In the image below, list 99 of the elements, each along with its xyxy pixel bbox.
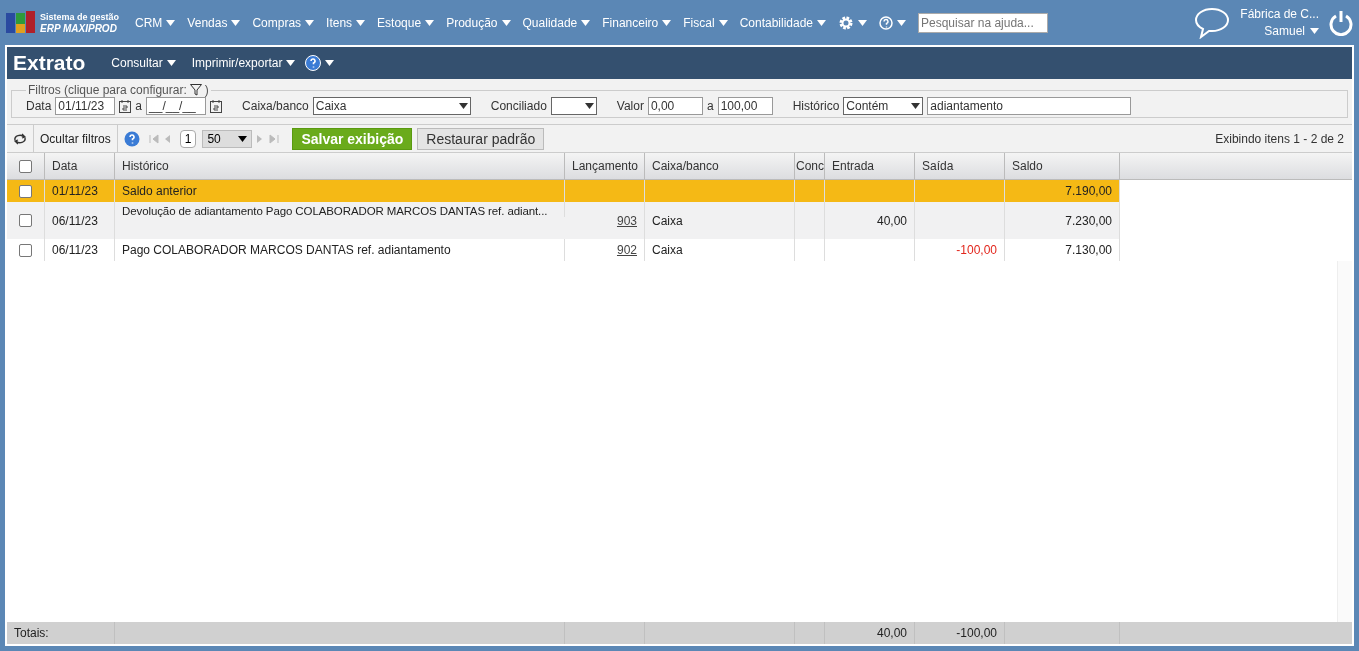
logo-icon [6,10,36,35]
chevron-icon [458,103,468,109]
date-field[interactable]: __/__/__ [146,97,207,115]
caret-icon [662,19,672,26]
menu-item[interactable]: Contabilidade [733,15,832,30]
logo-subtitle: Sistema de gestão [40,10,120,23]
value-field[interactable]: 0,00 [647,97,703,115]
table-cell: 7.230,00 [1005,202,1120,239]
row-checkbox[interactable] [19,243,32,257]
table-cell: -100,00 [915,239,1005,261]
chat-icon[interactable] [1194,6,1231,39]
total-cell: -100,00 [915,622,1005,644]
table-cell: Caixa [645,239,795,261]
column-header[interactable]: Saída [915,153,1005,179]
settings-icon [838,14,854,31]
caret-icon [231,19,241,26]
column-header[interactable]: Saldo [1005,153,1120,179]
scrollbar[interactable] [1337,261,1352,622]
caret-icon [286,60,296,66]
table-cell: Pago COLABORADOR MARCOS DANTAS ref. adiantamento [115,239,565,261]
help-search-field[interactable]: Pesquisar na ajuda... [918,12,1048,33]
select-all-checkbox[interactable] [19,159,32,173]
table-cell: 06/11/23 [45,239,115,261]
page-number[interactable]: 1 [179,129,197,148]
table-cell: Caixa [645,202,795,239]
caret-icon [1310,28,1319,34]
column-header[interactable]: Conc [795,153,825,179]
table-cell: 06/11/23 [45,202,115,239]
menu-item[interactable]: Financeiro [596,15,678,30]
caret-icon [356,19,366,26]
caret-icon [425,19,435,26]
filter-icon[interactable] [189,84,202,96]
caret-icon [858,19,867,26]
hide-filters-button[interactable]: Ocultar filtros [34,125,118,152]
menu-item[interactable]: Estoque [371,15,441,30]
caret-icon [581,19,591,26]
column-header[interactable]: Data [45,153,115,179]
reconciled-select[interactable] [550,97,597,115]
field-label: Histórico [792,99,840,113]
caret-icon [897,19,906,26]
entry-link[interactable]: 903 [616,213,637,228]
user-menu[interactable]: Samuel [1264,22,1319,40]
value-field[interactable]: 100,00 [717,97,773,115]
menu-item[interactable]: Compras [246,15,321,30]
company-name: Fábrica de C... [1240,5,1319,23]
action-menu[interactable]: Consultar [105,56,182,70]
total-cell: 40,00 [825,622,915,644]
caret-icon [166,60,176,66]
menu-item[interactable]: Itens [320,15,372,30]
calendar-icon[interactable] [210,99,223,113]
date-field[interactable]: 01/11/23 [55,97,116,115]
refresh-icon [13,132,27,145]
field-label: a [135,99,143,113]
page-title: Extrato [13,51,86,75]
chevron-icon [911,103,921,109]
chevron-icon [584,103,594,109]
caret-icon [305,19,315,26]
help-icon [879,15,893,30]
column-header[interactable]: Lançamento [565,153,645,179]
caret-icon [501,19,511,26]
field-label: a [706,99,714,113]
totals-label: Totais: [7,622,115,644]
table-cell: Devolução de adiantamento Pago COLABORADOR MARCOS DANTAS ref. adiant... [115,202,565,217]
row-checkbox[interactable] [19,184,32,198]
column-header[interactable]: Histórico [115,153,565,179]
column-header[interactable]: Entrada [825,153,915,179]
logo-title: ERP MAXIPROD [40,22,118,35]
menu-item[interactable]: Fiscal [677,15,734,30]
filters-legend-end: ) [204,83,209,97]
filters-legend: Filtros (clique para configurar: [28,83,187,97]
table-cell: 7.130,00 [1005,239,1120,261]
menu-item[interactable]: Produção [440,15,517,30]
history-field[interactable]: adiantamento [927,97,1132,115]
page-size-select[interactable]: 50 [202,129,253,148]
table-cell: 40,00 [825,202,915,239]
items-summary: Exibindo itens 1 - 2 de 2 [1215,131,1344,146]
field-label: Conciliado [490,99,547,113]
action-menu[interactable]: Imprimir/exportar [185,56,302,70]
caret-icon [718,19,728,26]
caret-icon [166,19,176,26]
chevron-icon [238,135,248,142]
field-label: Data [26,99,52,113]
field-label: Valor [616,99,644,113]
caret-icon [325,60,335,66]
entry-link[interactable]: 902 [616,243,637,257]
menu-item[interactable]: Vendas [181,15,247,30]
column-header[interactable]: Caixa/banco [645,153,795,179]
calendar-icon[interactable] [119,99,132,113]
help-icon[interactable] [123,130,140,147]
bank-select[interactable]: Caixa [312,97,471,115]
field-label: Caixa/banco [242,99,309,113]
help-icon[interactable] [305,55,322,71]
power-icon[interactable] [1329,9,1353,36]
history-mode-select[interactable]: Contém [843,97,924,115]
menu-item[interactable]: Qualidade [516,15,597,30]
caret-icon [817,19,826,26]
row-checkbox[interactable] [19,214,32,227]
restore-default-button[interactable]: Restaurar padrão [417,127,545,150]
menu-item[interactable]: CRM [129,15,182,30]
